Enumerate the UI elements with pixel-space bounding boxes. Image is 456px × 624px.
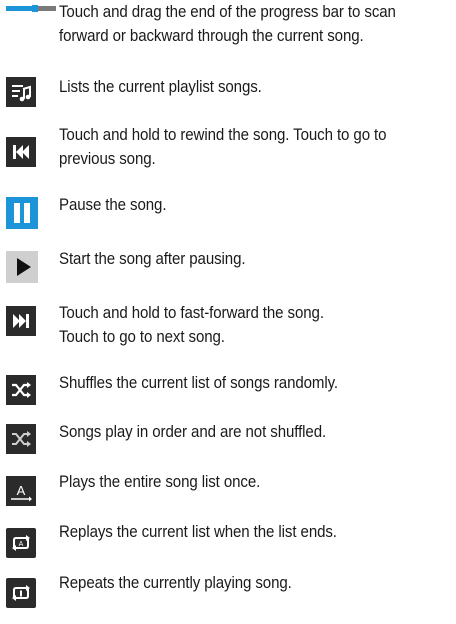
- legend-text-line: Pause the song.: [59, 196, 167, 214]
- svg-text:A: A: [17, 483, 26, 498]
- fast-forward-icon: [6, 306, 36, 336]
- shuffle-off-icon: [6, 424, 36, 454]
- repeat-one-icon: [6, 578, 36, 608]
- legend-text-line: Touch and hold to rewind the song. Touch…: [59, 126, 387, 144]
- legend-text-line: forward or backward through the current …: [59, 27, 364, 45]
- progress-bar-icon: [6, 0, 56, 20]
- legend-text-line: Touch and drag the end of the progress b…: [59, 3, 396, 21]
- shuffle-on-icon: [6, 375, 36, 405]
- legend-text-line: Shuffles the current list of songs rando…: [59, 374, 339, 392]
- legend-text-line: Touch and hold to fast-forward the song.: [59, 304, 324, 322]
- play-icon: [6, 251, 38, 283]
- legend-text-line: Plays the entire song list once.: [59, 473, 261, 491]
- repeat-all-icon: A: [6, 528, 36, 558]
- playlist-icon: [6, 77, 36, 107]
- rewind-icon: [6, 137, 36, 167]
- legend-text-line: previous song.: [59, 150, 156, 168]
- legend-text-line: Lists the current playlist songs.: [59, 78, 262, 96]
- legend-text-line: Songs play in order and are not shuffled…: [59, 423, 327, 441]
- play-all-once-icon: A: [6, 476, 36, 506]
- legend-text-line: Start the song after pausing.: [59, 250, 246, 268]
- pause-icon: [6, 197, 38, 229]
- svg-text:A: A: [19, 541, 24, 548]
- legend-text-line: Replays the current list when the list e…: [59, 523, 337, 541]
- legend-text-line: Touch to go to next song.: [59, 328, 225, 346]
- legend-text-line: Repeats the currently playing song.: [59, 574, 292, 592]
